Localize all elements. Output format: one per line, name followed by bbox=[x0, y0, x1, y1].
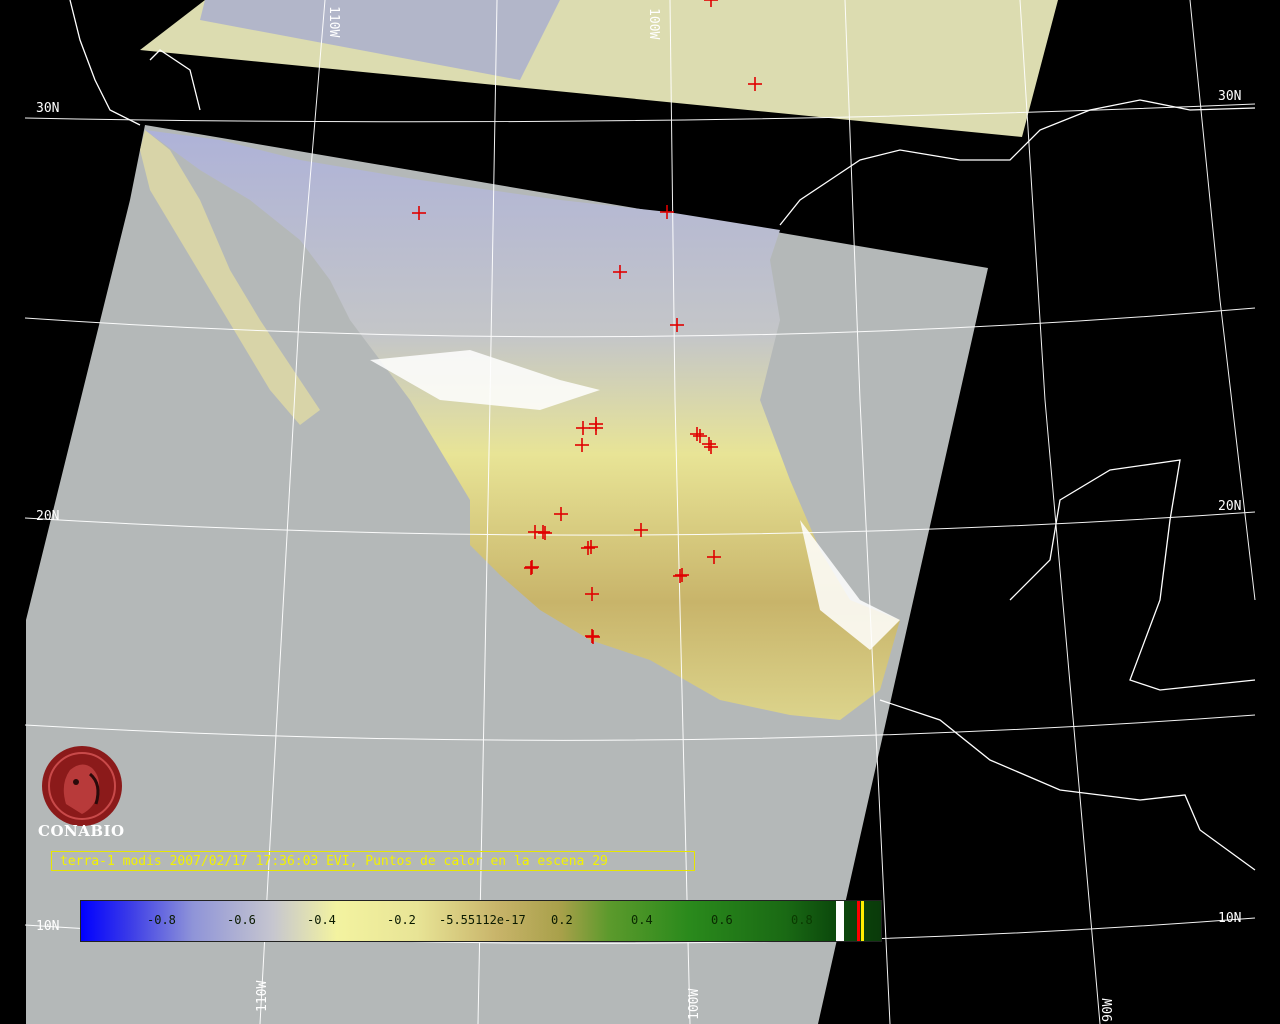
legend-tick: -0.2 bbox=[387, 913, 416, 927]
lat-label-30n-left: 30N bbox=[36, 101, 59, 116]
lat-label-10n-right: 10N bbox=[1218, 911, 1241, 926]
legend-tick: -0.4 bbox=[307, 913, 336, 927]
legend-tick: 0.4 bbox=[631, 913, 653, 927]
legend-tick: -5.55112e-17 bbox=[439, 913, 526, 927]
lat-label-20n-left: 20N bbox=[36, 509, 59, 524]
lon-label-110w-bottom: 110W bbox=[255, 981, 270, 1012]
legend-tick: -0.6 bbox=[227, 913, 256, 927]
swatch-red bbox=[857, 901, 860, 941]
lat-label-30n-right: 30N bbox=[1218, 89, 1241, 104]
evi-colorbar: -0.8 -0.6 -0.4 -0.2 -5.55112e-17 0.2 0.4… bbox=[80, 900, 882, 942]
legend-tick: -0.8 bbox=[147, 913, 176, 927]
swatch-yellow bbox=[861, 901, 864, 941]
legend-tick: 0.2 bbox=[551, 913, 573, 927]
lat-label-20n-right: 20N bbox=[1218, 499, 1241, 514]
coastline-west bbox=[69, 0, 201, 126]
organization-label: CONABIO bbox=[38, 822, 125, 840]
lon-label-100w-bottom: 100W bbox=[687, 989, 702, 1020]
lon-label-110w-top: 110W bbox=[326, 6, 341, 37]
swatch-white bbox=[836, 901, 844, 941]
legend-tick: 0.8 bbox=[791, 913, 813, 927]
scene-title: terra-1 modis 2007/02/17 17:36:03 EVI, P… bbox=[51, 851, 695, 871]
lon-label-90w-bottom: 90W bbox=[1101, 998, 1116, 1022]
legend-tick: 0.6 bbox=[711, 913, 733, 927]
lon-label-100w-top: 100W bbox=[646, 8, 661, 39]
lat-label-10n-left: 10N bbox=[36, 919, 59, 934]
